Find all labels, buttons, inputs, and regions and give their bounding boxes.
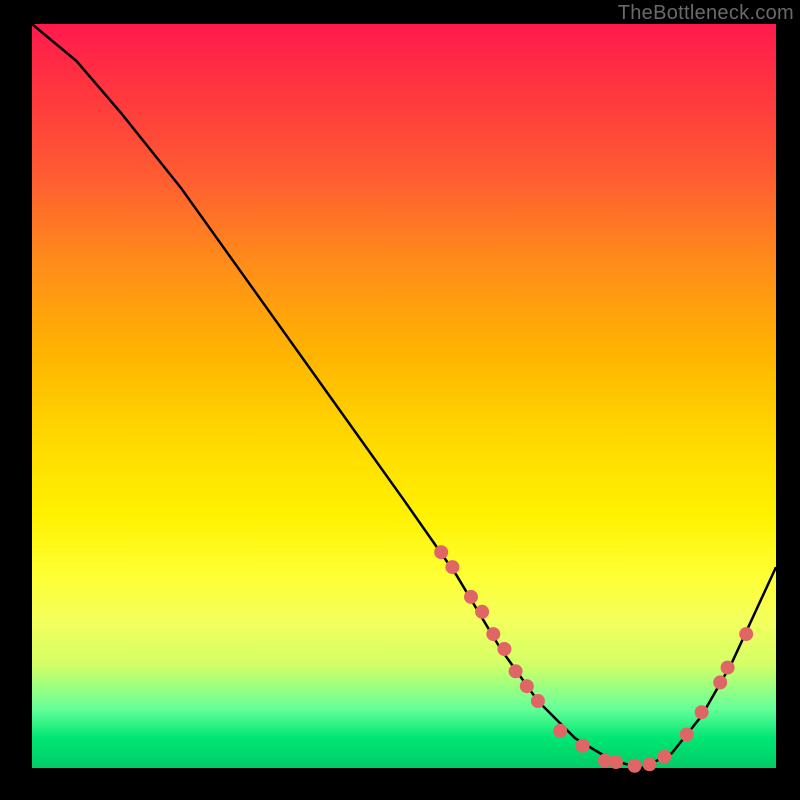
data-marker [576, 739, 590, 753]
data-marker [628, 759, 642, 773]
data-marker [520, 679, 534, 693]
chart-svg [32, 24, 776, 768]
bottleneck-curve-path [32, 24, 776, 768]
data-marker [721, 661, 735, 675]
data-marker [475, 605, 489, 619]
data-marker [680, 728, 694, 742]
data-marker [464, 590, 478, 604]
data-marker [739, 627, 753, 641]
data-marker [445, 560, 459, 574]
data-marker [486, 627, 500, 641]
data-marker [609, 755, 623, 769]
data-marker [531, 694, 545, 708]
data-marker [713, 675, 727, 689]
watermark-text: TheBottleneck.com [618, 2, 794, 25]
data-marker [643, 757, 657, 771]
data-marker [497, 642, 511, 656]
data-marker [509, 664, 523, 678]
data-marker [553, 724, 567, 738]
chart-container: TheBottleneck.com [0, 0, 800, 800]
data-marker [434, 545, 448, 559]
data-marker [695, 705, 709, 719]
data-marker [657, 750, 671, 764]
plot-area [32, 24, 776, 768]
marker-group [434, 545, 753, 773]
